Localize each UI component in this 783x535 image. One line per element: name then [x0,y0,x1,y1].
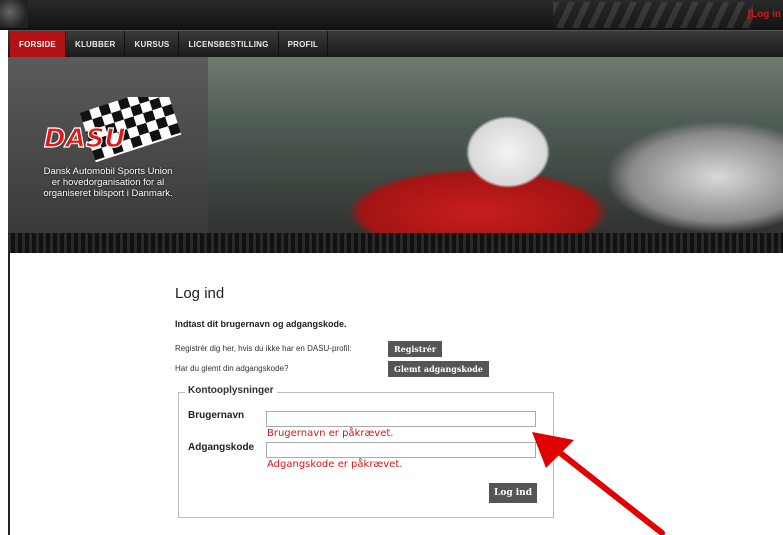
password-input[interactable] [266,442,536,458]
tagline-line-1: Dansk Automobil Sports Union [43,166,173,177]
fieldset-legend: Kontooplysninger [185,385,277,396]
header-banner: DASU Dansk Automobil Sports Union er hov… [8,57,783,253]
tagline-line-3: organiseret bilsport i Danmark. [43,188,173,199]
forgot-row: Har du glemt din adgangskode? Glemt adga… [175,359,595,379]
login-link[interactable]: [Log in [748,9,781,20]
register-text: Registrér dig her, hvis du ikke har en D… [175,344,352,353]
tire-tread-graphic [553,2,753,28]
content-left-border [8,253,10,535]
tire-tread-divider [8,233,783,253]
tab-profil[interactable]: PROFIL [279,31,329,57]
top-strip: [Log in [0,0,783,30]
username-input[interactable] [266,411,536,427]
main-nav: FORSIDE KLUBBER KURSUS LICENSBESTILLING … [8,30,783,57]
forgot-text: Har du glemt din adgangskode? [175,364,289,373]
dasu-logo: DASU [43,97,182,163]
annotation-arrow-icon [532,432,665,535]
page-title: Log ind [175,285,225,302]
tagline-line-2: er hovedorganisation for al [51,177,165,188]
register-row: Registrér dig her, hvis du ikke har en D… [175,339,595,359]
tab-forside[interactable]: FORSIDE [10,31,66,57]
corner-graphic [0,0,28,28]
logo-text: DASU [44,124,126,154]
tab-licensbestilling[interactable]: LICENSBESTILLING [179,31,279,57]
banner-tagline: Dansk Automobil Sports Union er hovedorg… [8,166,208,199]
username-label: Brugernavn [188,410,245,421]
tab-klubber[interactable]: KLUBBER [66,31,126,57]
login-section: Log ind Indtast dit brugernavn og adgang… [175,285,595,379]
logo-area: DASU Dansk Automobil Sports Union er hov… [8,57,208,233]
forgot-password-button[interactable]: Glemt adgangskode [388,361,489,377]
tab-kursus[interactable]: KURSUS [125,31,180,57]
password-error: Adgangskode er påkrævet. [267,459,403,470]
username-error: Brugernavn er påkrævet. [267,428,394,439]
password-label: Adgangskode [188,442,255,453]
register-button[interactable]: Registrér [388,341,443,357]
login-intro: Indtast dit brugernavn og adgangskode. [175,319,347,329]
